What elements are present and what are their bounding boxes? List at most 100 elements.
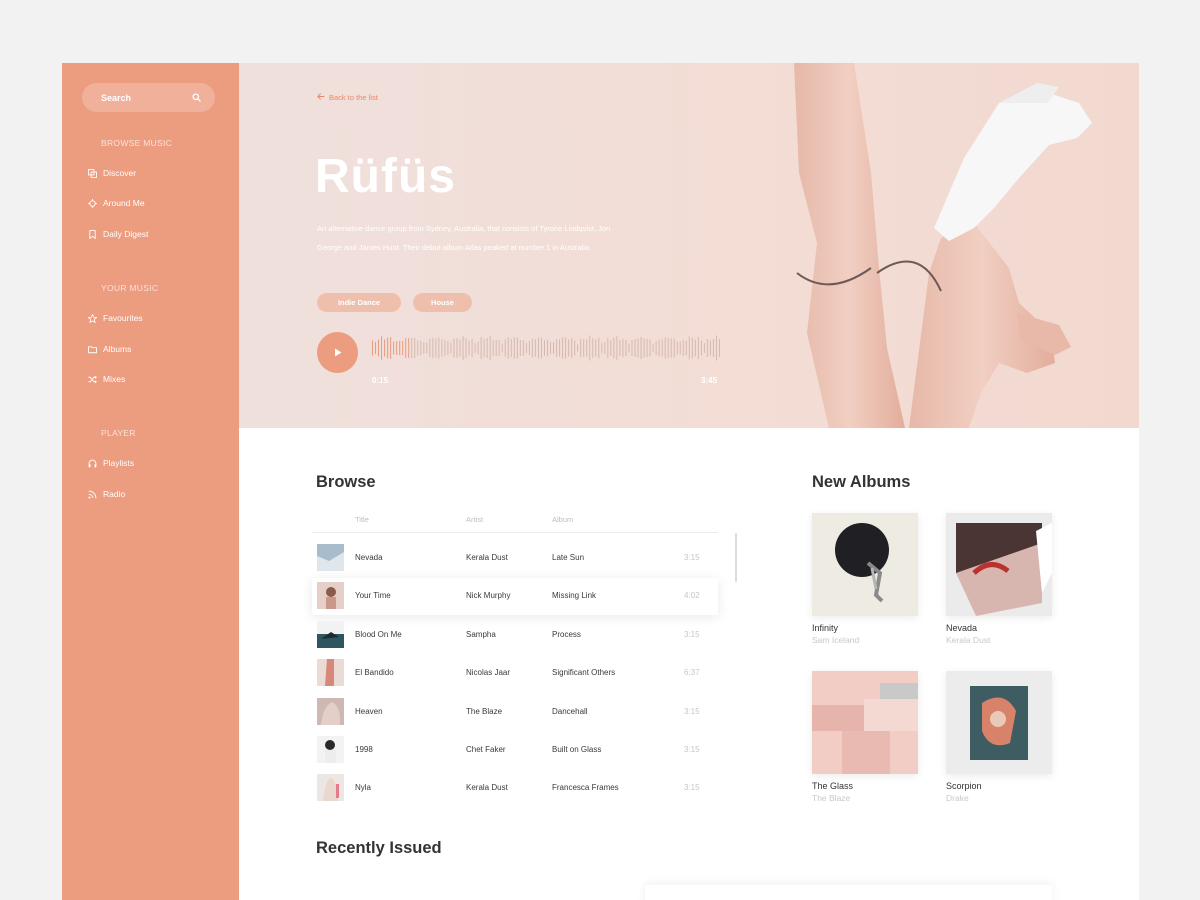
waveform-bar bbox=[583, 339, 585, 357]
waveform-bar bbox=[691, 337, 693, 359]
recent-card[interactable] bbox=[645, 885, 1052, 900]
table-row[interactable]: El Bandido Nicolas Jaar Significant Othe… bbox=[312, 655, 718, 692]
waveform-bar bbox=[531, 338, 533, 358]
waveform-bar bbox=[465, 338, 467, 358]
waveform-bar bbox=[537, 337, 539, 359]
target-icon bbox=[88, 198, 97, 208]
scrollbar-thumb[interactable] bbox=[735, 533, 737, 582]
artist-bio: An alternative dance group from Sydney, … bbox=[317, 224, 611, 252]
waveform-bar bbox=[489, 335, 491, 361]
waveform-bar bbox=[655, 341, 657, 355]
waveform-bar bbox=[480, 336, 482, 360]
waveform-bar bbox=[556, 339, 558, 357]
column-header-album[interactable]: Album bbox=[552, 515, 573, 524]
album-card[interactable]: Infinity Sam Iceland bbox=[812, 513, 918, 645]
album-card[interactable]: The Glass The Blaze bbox=[812, 671, 918, 803]
waveform-bar bbox=[628, 343, 630, 353]
sidebar-item-radio[interactable]: Radio bbox=[88, 489, 125, 499]
shuffle-icon bbox=[88, 375, 97, 384]
new-albums-title: New Albums bbox=[812, 473, 911, 491]
waveform-bar bbox=[462, 336, 464, 360]
track-title: 1998 bbox=[355, 745, 373, 754]
track-album: Late Sun bbox=[552, 553, 585, 562]
waveform-bar bbox=[709, 340, 711, 356]
album-artist: Sam Iceland bbox=[812, 635, 860, 645]
waveform-progress[interactable] bbox=[372, 334, 722, 362]
track-thumbnail bbox=[317, 621, 344, 648]
waveform-bar bbox=[685, 340, 687, 356]
table-row[interactable]: Heaven The Blaze Dancehall 3:15 bbox=[312, 694, 718, 731]
track-duration: 3:15 bbox=[684, 707, 700, 716]
track-duration: 3:15 bbox=[684, 745, 700, 754]
sidebar-item-label: Radio bbox=[103, 489, 126, 499]
waveform-bar bbox=[543, 340, 545, 356]
search-icon[interactable] bbox=[192, 93, 201, 102]
track-artist: Nicolas Jaar bbox=[466, 668, 511, 677]
sidebar-item-mixes[interactable]: Mixes bbox=[88, 374, 125, 384]
track-album: Process bbox=[552, 630, 581, 639]
waveform-bar bbox=[435, 338, 437, 358]
sidebar-item-label: Playlists bbox=[103, 458, 135, 468]
column-header-artist[interactable]: Artist bbox=[466, 515, 483, 524]
elapsed-time: 0:15 bbox=[372, 376, 389, 385]
waveform-bar-played bbox=[378, 339, 380, 357]
track-duration: 3:15 bbox=[684, 783, 700, 792]
table-row[interactable]: Nyla Kerala Dust Francesca Frames 3:15 bbox=[312, 770, 718, 807]
sidebar-item-around-me[interactable]: Around Me bbox=[88, 198, 145, 208]
waveform-bar bbox=[616, 336, 618, 360]
waveform-bar bbox=[664, 337, 666, 359]
track-album: Missing Link bbox=[552, 591, 597, 600]
sidebar-item-label: Mixes bbox=[103, 374, 126, 384]
table-row-active[interactable]: Your Time Nick Murphy Missing Link 4:02 bbox=[312, 578, 718, 615]
album-title: Nevada bbox=[946, 623, 978, 633]
waveform-bar bbox=[703, 342, 705, 354]
arrow-left-icon bbox=[317, 93, 325, 102]
track-artist: Sampha bbox=[466, 630, 496, 639]
waveform-bar bbox=[414, 337, 416, 359]
track-title: Heaven bbox=[355, 707, 383, 716]
waveform-bar-played bbox=[396, 341, 398, 355]
waveform-bar bbox=[688, 336, 690, 360]
folder-icon bbox=[88, 345, 97, 354]
headphones-icon bbox=[88, 459, 97, 468]
album-title: The Glass bbox=[812, 781, 854, 791]
column-header-title[interactable]: Title bbox=[355, 515, 369, 524]
waveform-bar bbox=[682, 340, 684, 356]
table-row[interactable]: Nevada Kerala Dust Late Sun 3:15 bbox=[312, 540, 718, 577]
play-button[interactable] bbox=[317, 332, 358, 373]
waveform-bar-played bbox=[399, 340, 401, 356]
waveform-bar-played bbox=[405, 338, 407, 358]
album-card[interactable]: Scorpion Drake bbox=[946, 671, 1052, 803]
album-artist: Drake bbox=[946, 793, 969, 803]
waveform-bar bbox=[477, 341, 479, 355]
album-title: Infinity bbox=[812, 623, 839, 633]
section-title-browse-music: BROWSE MUSIC bbox=[101, 138, 173, 148]
genre-tag-indie-dance[interactable]: Indie Dance bbox=[317, 293, 401, 312]
sidebar-item-daily-digest[interactable]: Daily Digest bbox=[88, 229, 148, 239]
sidebar-item-favourites[interactable]: Favourites bbox=[88, 313, 143, 323]
waveform-bar bbox=[670, 338, 672, 358]
back-to-list-link[interactable]: Back to the list bbox=[317, 93, 378, 102]
track-thumbnail bbox=[317, 736, 344, 763]
waveform-bar bbox=[577, 344, 579, 352]
bookmark-icon bbox=[88, 229, 97, 239]
genre-tag-house[interactable]: House bbox=[413, 293, 472, 312]
waveform-bar-played bbox=[402, 340, 404, 356]
track-thumbnail bbox=[317, 659, 344, 686]
waveform-bar bbox=[553, 341, 555, 355]
waveform-bar bbox=[565, 337, 567, 359]
sidebar-item-discover[interactable]: Discover bbox=[88, 168, 136, 178]
album-card[interactable]: Nevada Kerala Dust bbox=[946, 513, 1052, 645]
sidebar-item-playlists[interactable]: Playlists bbox=[88, 458, 134, 468]
sidebar-item-albums[interactable]: Albums bbox=[88, 344, 131, 354]
search-input[interactable]: Search bbox=[82, 83, 215, 112]
table-row[interactable]: 1998 Chet Faker Built on Glass 3:15 bbox=[312, 732, 718, 769]
waveform-bar bbox=[501, 343, 503, 353]
waveform-bar-played bbox=[384, 339, 386, 357]
waveform-bar bbox=[607, 337, 609, 359]
album-cover bbox=[946, 513, 1052, 616]
back-label: Back to the list bbox=[329, 93, 378, 102]
table-row[interactable]: Blood On Me Sampha Process 3:15 bbox=[312, 617, 718, 654]
track-artist: Kerala Dust bbox=[466, 553, 508, 562]
waveform-bar bbox=[673, 338, 675, 358]
